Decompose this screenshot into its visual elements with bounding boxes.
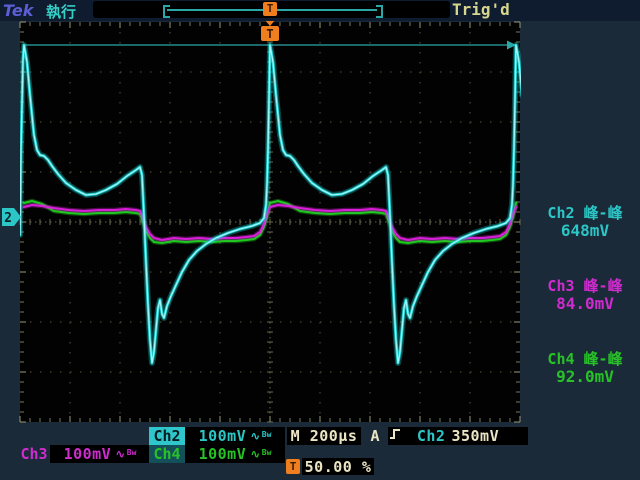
measurement-label: Ch2 峰-峰 [531, 205, 639, 222]
timebase-prefix: M [291, 427, 301, 445]
measurement-ch4-pkpk[interactable]: Ch4 峰-峰 92.0mV [531, 351, 639, 385]
measurement-value: 648mV [531, 222, 639, 239]
window-right-bracket-icon [376, 5, 383, 18]
measurement-ch2-pkpk[interactable]: Ch2 峰-峰 648mV [531, 205, 639, 239]
measurement-label: Ch3 峰-峰 [531, 278, 639, 295]
svg-text:T: T [266, 27, 273, 41]
trigger-status: Trig'd [452, 0, 510, 19]
ac-wave-icon: ∿ [250, 447, 261, 461]
ch2-scale-readout[interactable]: 100mV ∿Bw [185, 427, 285, 445]
measurement-value: 92.0mV [531, 368, 639, 385]
acquisition-status: 執行 [46, 1, 76, 22]
oscilloscope-screen: T2 Tek 執行 T Trig'd Ch2 峰-峰 648mV Ch3 峰-峰… [0, 0, 640, 480]
svg-text:2: 2 [4, 211, 12, 226]
ch3-scale-readout[interactable]: 100mV ∿Bw [50, 445, 150, 463]
ch4-channel-button[interactable]: Ch4 [149, 445, 185, 463]
ac-wave-icon: ∿ [115, 447, 126, 461]
ch2-channel-button[interactable]: Ch2 [149, 427, 185, 445]
ch2-scale-value: 100mV [199, 427, 247, 445]
timebase-readout[interactable]: M 200µs [287, 427, 361, 445]
trigger-position-icon[interactable]: T [263, 2, 277, 16]
ac-wave-icon: ∿ [250, 429, 261, 443]
measurement-value: 84.0mV [531, 295, 639, 312]
trigger-mode-label: A [366, 427, 384, 445]
bandwidth-limit-icon: Bw [262, 430, 272, 439]
ch4-scale-value: 100mV [199, 445, 247, 463]
ch3-scale-value: 100mV [64, 445, 112, 463]
measurement-label: Ch4 峰-峰 [531, 351, 639, 368]
waveform-display: T2 [0, 0, 640, 480]
tek-logo: Tek [3, 1, 33, 20]
ch4-coupling-icons: ∿Bw [250, 447, 271, 461]
trigger-level: 350mV [451, 427, 499, 445]
bandwidth-limit-icon: Bw [127, 448, 137, 457]
trigger-position-icon: T [286, 459, 300, 474]
ch4-scale-readout[interactable]: 100mV ∿Bw [185, 445, 285, 463]
trigger-source: Ch2 [417, 427, 446, 445]
ch2-position-marker[interactable]: 2 [2, 208, 21, 226]
rising-edge-icon [388, 427, 402, 441]
ch2-coupling-icons: ∿Bw [250, 429, 271, 443]
record-view-bar[interactable]: T [93, 1, 450, 18]
ch3-coupling-icons: ∿Bw [115, 447, 136, 461]
measurement-ch3-pkpk[interactable]: Ch3 峰-峰 84.0mV [531, 278, 639, 312]
trigger-readout[interactable]: Ch2 350mV [388, 427, 528, 445]
top-status-bar: Tek 執行 T Trig'd [0, 0, 640, 21]
trigger-position-readout[interactable]: 50.00 % [302, 458, 374, 475]
window-left-bracket-icon [163, 5, 170, 18]
bandwidth-limit-icon: Bw [262, 448, 272, 457]
ch3-channel-button[interactable]: Ch3 [16, 445, 52, 463]
timebase-value: 200µs [310, 427, 358, 445]
